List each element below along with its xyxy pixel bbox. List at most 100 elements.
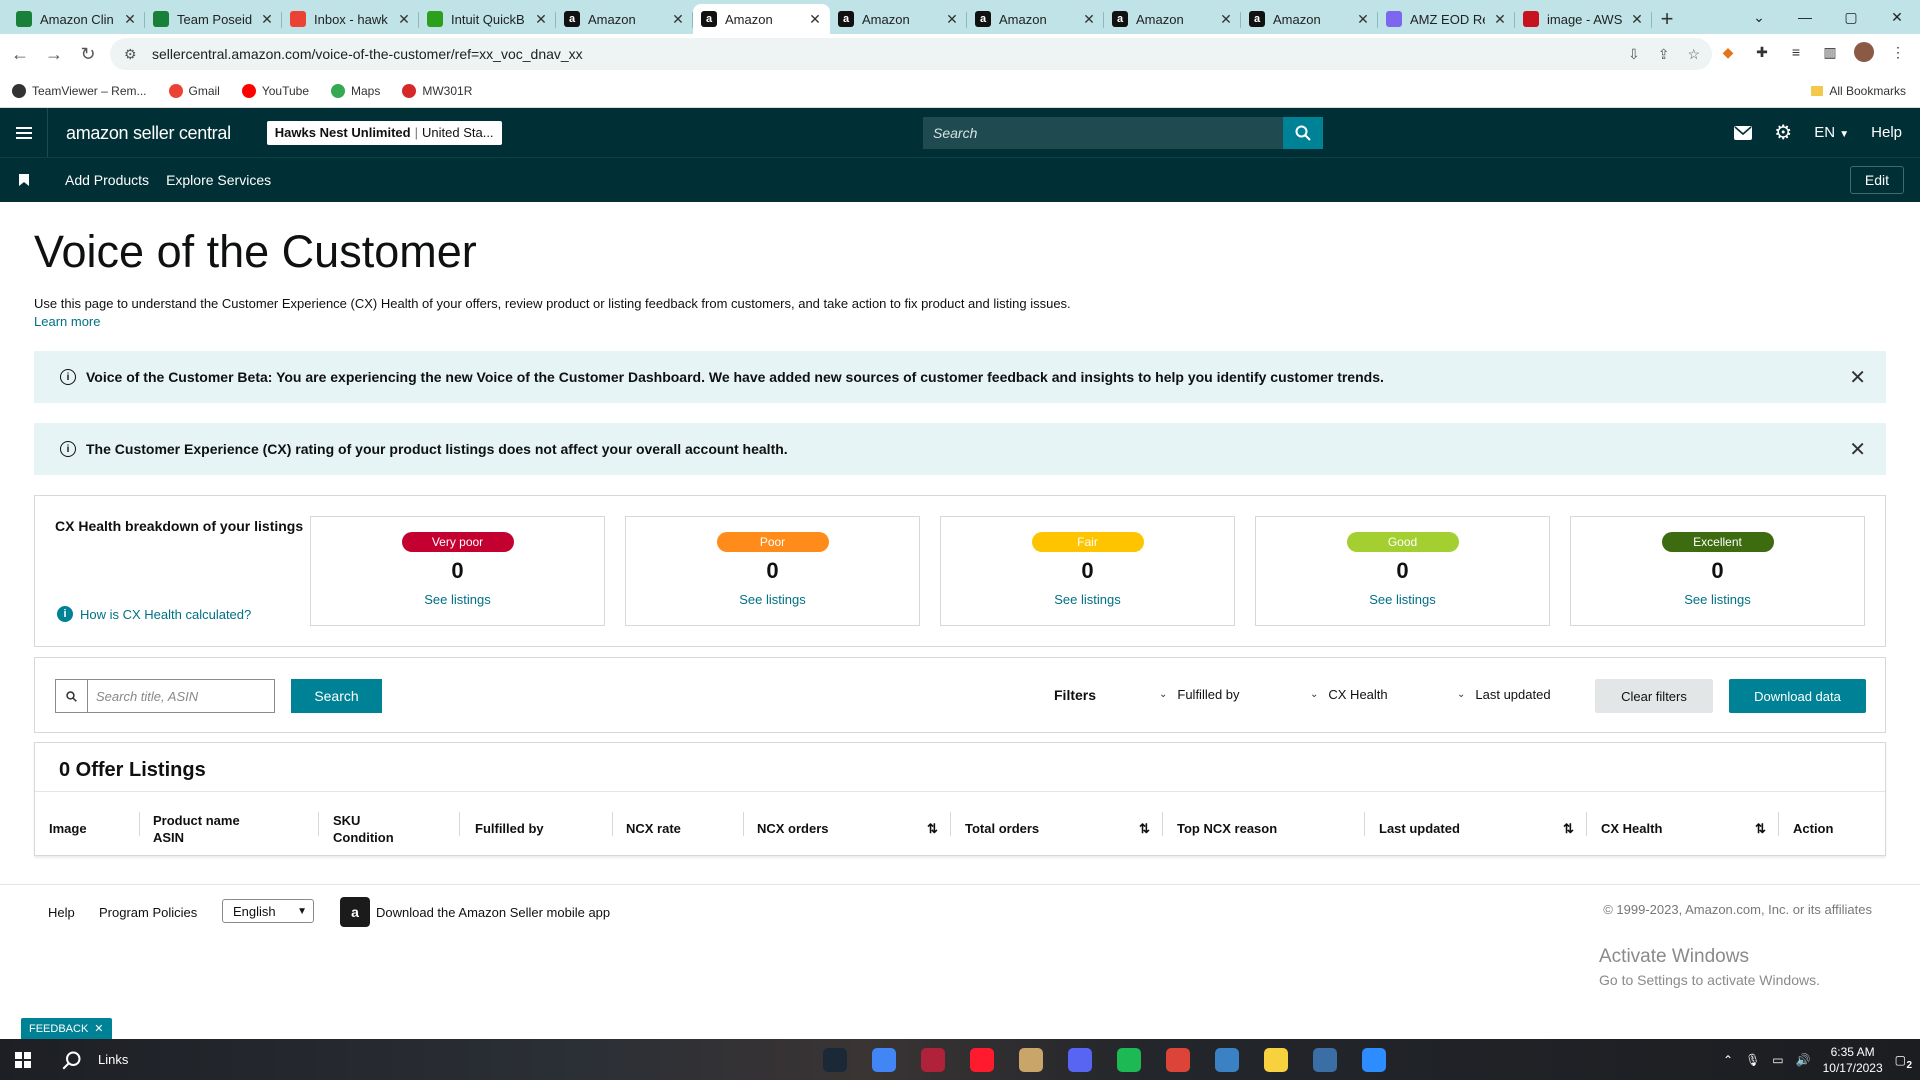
discord-icon[interactable] (1055, 1039, 1104, 1080)
learn-more-link[interactable]: Learn more (34, 314, 100, 329)
store-selector[interactable]: Hawks Nest Unlimited | United Sta... (266, 120, 502, 145)
site-info-icon[interactable]: ⚙ (124, 46, 138, 63)
close-icon[interactable]: ✕ (123, 11, 137, 28)
browser-tab[interactable]: Team Poseido ✕ (145, 4, 282, 34)
share-icon[interactable]: ⇪ (1658, 46, 1670, 63)
close-icon[interactable]: ✕ (808, 11, 822, 28)
see-listings-link[interactable]: See listings (626, 592, 919, 607)
column-header[interactable]: NCX orders (757, 820, 829, 837)
close-icon[interactable]: ✕ (1630, 11, 1644, 28)
browser-tab[interactable]: image - AWS ✕ (1515, 4, 1652, 34)
tray-overflow-icon[interactable]: ⌃ (1723, 1053, 1733, 1067)
all-bookmarks[interactable]: All Bookmarks (1811, 84, 1906, 98)
cx-health-help[interactable]: i How is CX Health calculated? (57, 606, 251, 622)
browser-tab[interactable]: Intuit QuickB ✕ (419, 4, 556, 34)
clear-filters-button[interactable]: Clear filters (1595, 679, 1713, 713)
last-updated-dropdown[interactable]: ⌄ Last updated (1457, 687, 1551, 702)
cx-health-dropdown[interactable]: ⌄ CX Health (1310, 687, 1388, 702)
close-icon[interactable]: ✕ (397, 11, 411, 28)
bookmark-icon[interactable] (0, 174, 48, 186)
address-bar[interactable]: ⚙ sellercentral.amazon.com/voice-of-the-… (110, 38, 1712, 70)
steam-icon[interactable] (810, 1039, 859, 1080)
fulfilled-by-dropdown[interactable]: ⌄ Fulfilled by (1159, 687, 1240, 702)
sort-icon[interactable]: ⇅ (927, 820, 938, 837)
mail-icon[interactable] (1734, 125, 1753, 140)
see-listings-link[interactable]: See listings (1256, 592, 1549, 607)
bookmark-item[interactable]: Gmail (168, 83, 220, 98)
sort-icon[interactable]: ⇅ (1563, 820, 1574, 837)
nav-add-products[interactable]: Add Products (65, 172, 149, 188)
cx-health-help-link[interactable]: How is CX Health calculated? (80, 607, 251, 622)
network-icon[interactable]: ▭ (1772, 1053, 1783, 1067)
bookmark-item[interactable]: Maps (331, 83, 380, 98)
close-window-button[interactable]: ✕ (1874, 0, 1920, 34)
chrome-profile-icon[interactable] (1153, 1039, 1202, 1080)
back-button[interactable]: ← (6, 40, 34, 68)
sort-icon[interactable]: ⇅ (1139, 820, 1150, 837)
browser-tab[interactable]: a Amazon ✕ (830, 4, 967, 34)
close-icon[interactable]: ✕ (671, 11, 685, 28)
hamburger-menu-icon[interactable] (0, 108, 48, 157)
see-listings-link[interactable]: See listings (1571, 592, 1864, 607)
maximize-button[interactable]: ▢ (1828, 0, 1874, 34)
tab-search-icon[interactable]: ⌄ (1736, 0, 1782, 34)
taskbar-search[interactable]: Links (62, 1050, 128, 1070)
bookmark-item[interactable]: YouTube (241, 83, 309, 98)
browser-menu-icon[interactable]: ⋮ (1888, 42, 1908, 62)
browser-tab[interactable]: a Amazon ✕ (693, 4, 830, 34)
install-icon[interactable]: ⇩ (1628, 46, 1640, 63)
chrome-icon[interactable] (859, 1039, 908, 1080)
program-policies-link[interactable]: Program Policies (99, 905, 197, 920)
app-download-link[interactable]: Download the Amazon Seller mobile app (376, 905, 610, 920)
close-icon[interactable]: ✕ (260, 11, 274, 28)
notifications-icon[interactable]: ▢ 2 (1895, 1053, 1912, 1071)
bookmark-star-icon[interactable]: ☆ (1687, 46, 1700, 63)
sticky-notes-icon[interactable] (1251, 1039, 1300, 1080)
close-icon[interactable]: ✕ (1356, 11, 1370, 28)
taskbar-clock[interactable]: 6:35 AM 10/17/2023 (1823, 1044, 1883, 1076)
see-listings-link[interactable]: See listings (941, 592, 1234, 607)
language-selector[interactable]: EN ▼ (1814, 124, 1849, 141)
column-header[interactable]: CX Health (1601, 820, 1662, 837)
forward-button[interactable]: → (40, 40, 68, 68)
close-icon[interactable]: ✕ (1082, 11, 1096, 28)
browser-tab[interactable]: a Amazon ✕ (556, 4, 693, 34)
download-data-button[interactable]: Download data (1729, 679, 1866, 713)
minimize-button[interactable]: — (1782, 0, 1828, 34)
extensions-puzzle-icon[interactable]: ✚ (1752, 42, 1772, 62)
header-search-button[interactable] (1283, 117, 1323, 149)
column-header[interactable]: Last updated (1379, 820, 1460, 837)
browser-tab[interactable]: Amazon Clin ✕ (8, 4, 145, 34)
sort-icon[interactable]: ⇅ (1755, 820, 1766, 837)
footer-help-link[interactable]: Help (48, 905, 75, 920)
close-icon[interactable]: ✕ (1219, 11, 1233, 28)
listing-search-input[interactable] (88, 680, 274, 712)
settings-gear-icon[interactable]: ⚙ (1774, 120, 1792, 145)
close-icon[interactable]: ✕ (1849, 437, 1866, 462)
app-icon[interactable] (908, 1039, 957, 1080)
profile-avatar-icon[interactable] (1854, 42, 1874, 62)
header-search-input[interactable] (923, 117, 1283, 149)
browser-tab[interactable]: a Amazon ✕ (1241, 4, 1378, 34)
close-icon[interactable]: ✕ (94, 1022, 103, 1035)
new-tab-button[interactable]: + (1652, 4, 1682, 34)
nav-explore-services[interactable]: Explore Services (166, 172, 271, 188)
volume-icon[interactable]: 🔊 (1796, 1053, 1811, 1067)
search-button[interactable]: Search (291, 679, 382, 713)
zoom-icon[interactable] (1349, 1039, 1398, 1080)
close-icon[interactable]: ✕ (534, 11, 548, 28)
browser-tab[interactable]: AMZ EOD Re ✕ (1378, 4, 1515, 34)
see-listings-link[interactable]: See listings (311, 592, 604, 607)
bookmark-item[interactable]: TeamViewer – Rem... (12, 83, 147, 98)
microphone-icon[interactable]: 🎙 (1745, 1053, 1760, 1067)
edit-nav-button[interactable]: Edit (1849, 166, 1904, 194)
photo-app-icon[interactable] (1006, 1039, 1055, 1080)
side-panel-icon[interactable]: ▥ (1820, 42, 1840, 62)
feedback-button[interactable]: FEEDBACK ✕ (21, 1018, 112, 1039)
opera-icon[interactable] (957, 1039, 1006, 1080)
bookmark-item[interactable]: MW301R (402, 83, 472, 98)
seller-app-icon[interactable]: a (340, 897, 370, 927)
windows-start-icon[interactable] (0, 1039, 46, 1080)
media-controls-icon[interactable]: ≡ (1786, 42, 1806, 62)
help-link[interactable]: Help (1871, 124, 1902, 141)
